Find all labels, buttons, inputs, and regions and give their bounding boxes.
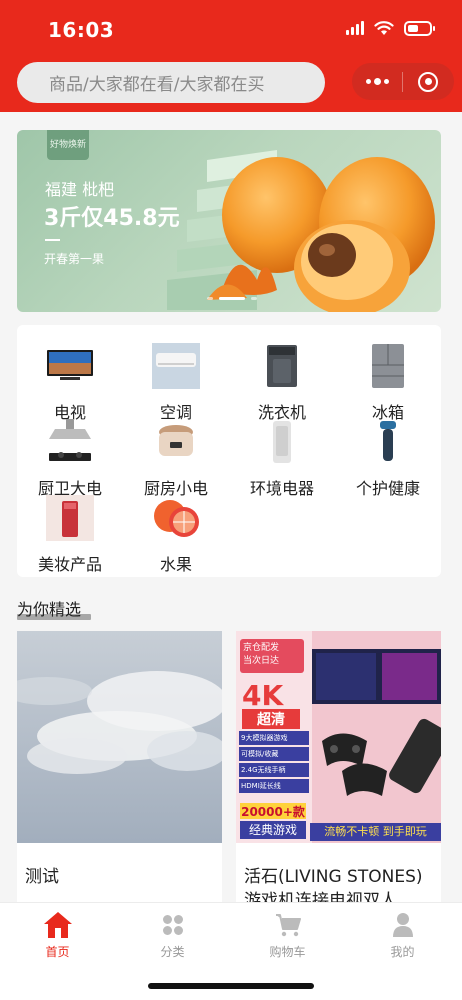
category-refrigerator[interactable]: 冰箱 — [335, 333, 441, 422]
tab-home[interactable]: 首页 — [0, 909, 115, 969]
status-time: 16:03 — [48, 18, 115, 42]
washing-machine-icon — [257, 343, 307, 389]
cart-icon — [272, 909, 304, 941]
home-indicator — [148, 983, 314, 989]
home-icon — [42, 909, 74, 941]
product-image: 京仓配发 当次日达 4K 超清 9大模拟器游戏 可模拟/收藏 2.4G无线手柄 … — [236, 631, 441, 843]
status-icons — [346, 20, 435, 36]
category-washing-machine[interactable]: 洗衣机 — [229, 333, 335, 422]
header: 16:03 商品/大家都在看/大家都在买 — [0, 0, 462, 112]
banner-title: 3斤仅45.8元 — [44, 206, 180, 231]
product-image — [17, 631, 222, 843]
promo-banner[interactable]: 好物焕新 福建 枇杷 3斤仅45.8元 开春第一果 — [17, 130, 441, 312]
product-card[interactable]: 测试 — [17, 631, 222, 911]
category-cosmetics[interactable]: 美妆产品 — [17, 485, 123, 574]
air-conditioner-icon — [151, 343, 201, 389]
game-console-image — [312, 649, 441, 796]
banner-tag: 好物焕新 — [47, 130, 89, 160]
status-bar: 16:03 — [0, 0, 462, 58]
category-air-conditioner[interactable]: 空调 — [123, 333, 229, 422]
category-environment[interactable]: 环境电器 — [229, 409, 335, 498]
category-personal-care[interactable]: 个护健康 — [335, 409, 441, 498]
target-circle-icon — [418, 71, 438, 92]
category-small-kitchen[interactable]: 厨房小电 — [123, 409, 229, 498]
range-hood-icon — [45, 419, 95, 465]
product-card[interactable]: 京仓配发 当次日达 4K 超清 9大模拟器游戏 可模拟/收藏 2.4G无线手柄 … — [236, 631, 441, 911]
banner-note: 开春第一果 — [44, 252, 105, 266]
product-title: 测试 — [25, 867, 59, 887]
search-placeholder: 商品/大家都在看/大家都在买 — [49, 75, 265, 95]
grapefruit-icon — [151, 495, 201, 541]
wifi-icon — [374, 21, 394, 35]
banner-subtitle: 福建 枇杷 — [45, 180, 115, 199]
category-fruit[interactable]: 水果 — [123, 485, 229, 574]
section-title: 为你精选 — [17, 600, 82, 619]
mini-program-capsule — [352, 63, 454, 100]
tab-cart[interactable]: 购物车 — [230, 909, 345, 969]
rice-cooker-icon — [151, 419, 201, 465]
cellular-signal-icon — [346, 21, 364, 35]
air-purifier-icon — [257, 419, 307, 465]
shaver-icon — [363, 419, 413, 465]
search-input[interactable]: 商品/大家都在看/大家都在买 — [17, 62, 325, 103]
close-mini-program-button[interactable] — [403, 63, 453, 100]
category-grid: 电视 空调 洗衣机 冰箱 厨卫大电 厨房小电 环境电器 个护健康 美妆产品 水果 — [17, 325, 441, 577]
refrigerator-icon — [363, 343, 413, 389]
category-icon — [157, 909, 189, 941]
category-kitchen-appliances[interactable]: 厨卫大电 — [17, 409, 123, 498]
carousel-indicator — [207, 297, 257, 300]
tab-mine[interactable]: 我的 — [345, 909, 460, 969]
more-menu-button[interactable] — [352, 63, 402, 100]
battery-icon — [404, 20, 435, 36]
tv-icon — [45, 343, 95, 389]
user-icon — [387, 909, 419, 941]
cosmetics-icon — [45, 495, 95, 541]
loquat-fruit-image — [207, 157, 435, 312]
tab-category[interactable]: 分类 — [115, 909, 230, 969]
category-tv[interactable]: 电视 — [17, 333, 123, 422]
